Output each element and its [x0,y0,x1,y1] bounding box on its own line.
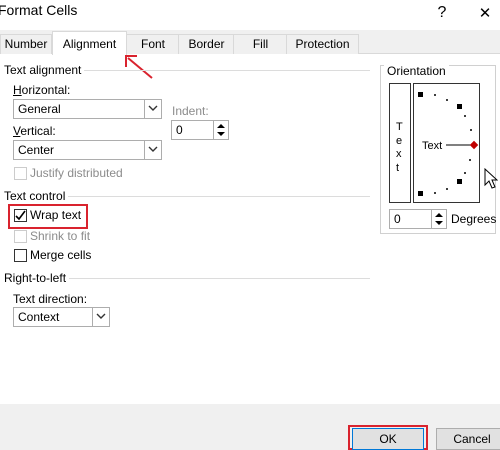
vertical-letter: x [396,148,402,160]
mouse-cursor-icon [484,168,498,189]
wrap-text-checkbox[interactable] [14,209,27,222]
vertical-letter: t [396,162,400,174]
indent-spinner[interactable]: 0 [171,120,229,140]
ok-button[interactable]: OK [352,428,424,450]
orientation-dial[interactable]: Text [413,83,480,203]
cancel-button[interactable]: Cancel [436,428,500,450]
vertical-label: Vertical: [13,124,56,138]
help-button[interactable]: ? [428,0,456,28]
text-alignment-heading: Text alignment [4,63,85,77]
indent-spin-buttons[interactable] [213,121,228,139]
tab-protection[interactable]: Protection [286,34,359,54]
spin-up-icon[interactable] [217,124,225,128]
horizontal-label-text: orizontal: [21,83,71,97]
vertical-select-value: Center [18,143,55,157]
merge-cells-checkbox[interactable] [14,249,27,262]
shrink-to-fit-label: Shrink to fit [30,229,91,243]
tab-font[interactable]: Font [126,34,180,54]
orientation-heading: Orientation [384,64,449,78]
annotation-arrow-icon [125,55,153,79]
horizontal-label-accesskey: H [13,83,22,97]
degrees-spinner[interactable]: 0 [389,209,447,229]
justify-distributed-label: Justify distributed [30,166,123,180]
degrees-label: Degrees [451,212,497,226]
checkmark-icon [15,210,26,221]
text-direction-value: Context [18,310,60,324]
dialog-title: Format Cells [0,2,78,18]
horizontal-select-value: General [18,102,61,116]
merge-cells-label: Merge cells [30,248,92,262]
chevron-down-icon[interactable] [144,141,161,159]
spin-up-icon[interactable] [435,213,443,217]
close-button[interactable]: ✕ [470,0,500,28]
tab-number[interactable]: Number [0,34,52,54]
tab-fill[interactable]: Fill [233,34,288,54]
vertical-letter: e [396,135,403,147]
horizontal-select[interactable]: General [13,99,162,119]
text-direction-select[interactable]: Context [13,307,110,327]
vertical-letter: T [396,121,403,133]
vertical-text-button[interactable]: T e x t [389,83,411,203]
orientation-dial-text: Text [422,140,443,152]
degrees-spin-buttons[interactable] [431,210,446,228]
shrink-to-fit-checkbox[interactable] [14,230,27,243]
justify-distributed-checkbox[interactable] [14,167,27,180]
indent-value: 0 [176,123,183,137]
indent-label: Indent: [172,104,209,118]
horizontal-label: Horizontal: [13,83,70,97]
degrees-value: 0 [394,212,401,226]
tab-border[interactable]: Border [178,34,235,54]
spin-down-icon[interactable] [435,221,443,225]
text-direction-label: Text direction: [13,292,88,306]
chevron-down-icon[interactable] [92,308,109,326]
vertical-select[interactable]: Center [13,140,162,160]
text-control-heading: Text control [4,189,69,203]
wrap-text-label: Wrap text [30,208,82,222]
chevron-down-icon[interactable] [144,100,161,118]
spin-down-icon[interactable] [217,132,225,136]
tab-alignment[interactable]: Alignment [52,31,127,55]
vertical-label-text: ertical: [20,124,56,138]
rtl-heading: Right-to-left [4,271,70,285]
